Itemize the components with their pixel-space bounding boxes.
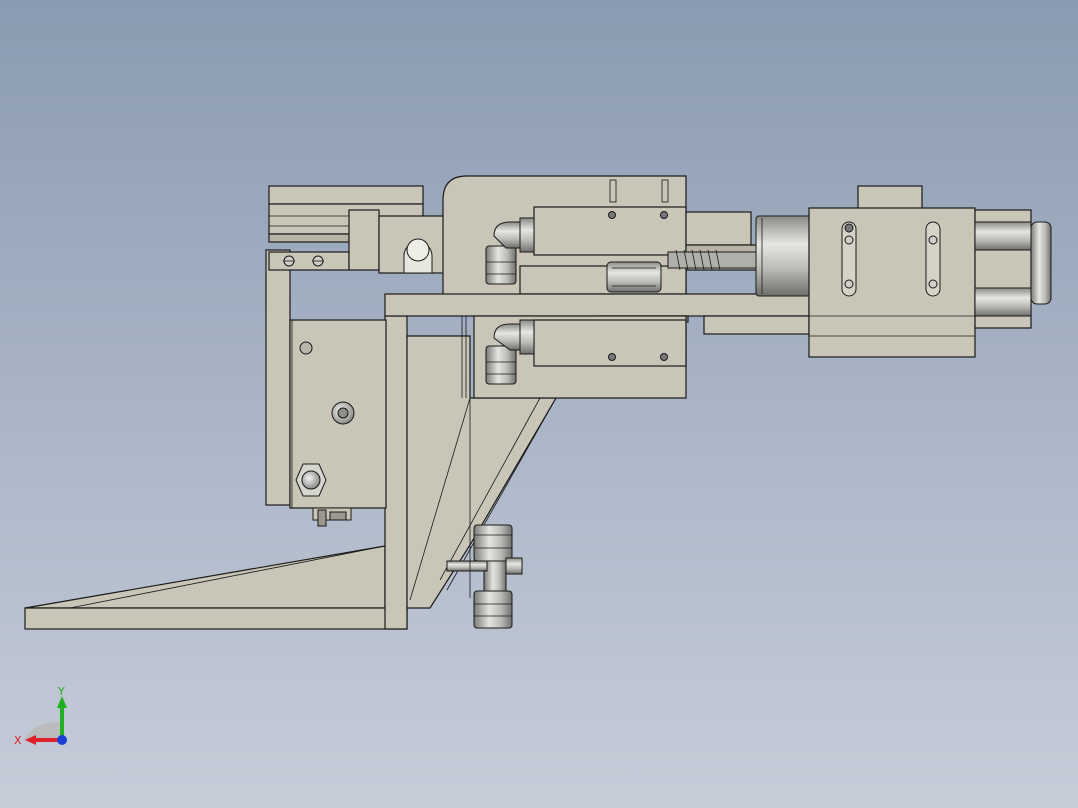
bearing-roller-icon <box>606 261 662 293</box>
left-mount-plate <box>265 249 387 509</box>
z-axis-dot-icon <box>57 735 67 745</box>
y-axis-label: Y <box>57 685 65 698</box>
x-axis-label: X <box>14 734 22 747</box>
valve-knob-icon <box>331 401 355 425</box>
mechanical-assembly-side-view[interactable] <box>0 0 1078 808</box>
motor-cylinder <box>755 215 817 297</box>
spring-icon <box>667 249 763 271</box>
cad-viewport[interactable]: Y X <box>0 0 1078 808</box>
axis-triad: Y X <box>14 685 67 747</box>
clamp-slot-right-icon <box>925 221 941 297</box>
bottom-connector-icon <box>312 507 352 527</box>
hex-nut-icon <box>295 463 327 497</box>
triad-plane-shade <box>24 722 62 740</box>
clamp-slot-left-icon <box>841 221 857 297</box>
